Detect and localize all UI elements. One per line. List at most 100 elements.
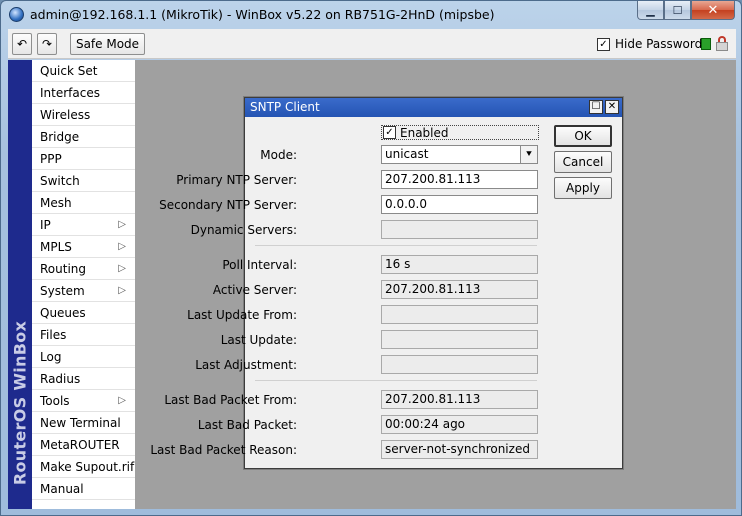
dynamic-servers-row: Dynamic Servers:	[191, 220, 545, 240]
hide-passwords-toggle[interactable]: ✓ Hide Passwords	[597, 37, 708, 51]
last-adjustment-value	[381, 355, 538, 374]
sidebar-item-label: Tools	[40, 394, 70, 408]
hide-passwords-checkbox[interactable]: ✓	[597, 37, 610, 51]
sidebar-item-routing[interactable]: Routing ▷	[32, 258, 135, 280]
sidebar-item-mesh[interactable]: Mesh	[32, 192, 135, 214]
sidebar-item-radius[interactable]: Radius	[32, 368, 135, 390]
status-led-icon	[701, 38, 711, 50]
apply-button[interactable]: Apply	[554, 177, 612, 199]
mode-select[interactable]: unicast ⯆	[381, 145, 538, 164]
last-update-from-label: Last Update From:	[187, 308, 297, 322]
cancel-button[interactable]: Cancel	[554, 151, 612, 173]
winbox-app-icon	[9, 7, 24, 22]
poll-interval-value: 16 s	[381, 255, 538, 274]
sidebar-item-label: MetaROUTER	[40, 438, 120, 452]
sidebar-item-ppp[interactable]: PPP	[32, 148, 135, 170]
redo-button[interactable]: ↷	[37, 33, 57, 55]
brand-text: RouterOS WinBox	[10, 320, 30, 486]
sidebar-item-label: Log	[40, 350, 62, 364]
active-server-value: 207.200.81.113	[381, 280, 538, 299]
dropdown-arrow-icon[interactable]: ⯆	[520, 146, 537, 163]
sidebar-item-switch[interactable]: Switch	[32, 170, 135, 192]
safe-mode-button[interactable]: Safe Mode	[70, 33, 145, 55]
sidebar-item-quick-set[interactable]: Quick Set	[32, 60, 135, 82]
sidebar-item-label: Radius	[40, 372, 81, 386]
primary-ntp-label: Primary NTP Server:	[176, 173, 297, 187]
last-bad-packet-label: Last Bad Packet:	[197, 418, 297, 432]
dialog-maximize-button[interactable]: ☐	[589, 100, 603, 114]
sidebar-item-system[interactable]: System ▷	[32, 280, 135, 302]
last-bad-packet-reason-row: Last Bad Packet Reason: server-not-synch…	[150, 440, 545, 460]
last-update-from-value	[381, 305, 538, 324]
maximize-button[interactable]: ☐	[664, 1, 691, 20]
dialog-title: SNTP Client	[250, 100, 320, 114]
last-bad-packet-reason-label: Last Bad Packet Reason:	[150, 443, 297, 457]
sidebar-item-label: PPP	[40, 152, 62, 166]
sidebar-item-label: Quick Set	[40, 64, 98, 78]
mode-row: Mode: unicast ⯆	[245, 145, 545, 165]
sidebar-item-label: IP	[40, 218, 51, 232]
sidebar-item-label: New Terminal	[40, 416, 121, 430]
enabled-label: Enabled	[400, 125, 449, 140]
dialog-close-button[interactable]: ✕	[605, 100, 619, 114]
window-title: admin@192.168.1.1 (MikroTik) - WinBox v5…	[30, 7, 495, 22]
caption-buttons: ▁ ☐ ✕	[637, 1, 735, 20]
sidebar-item-make-supout[interactable]: Make Supout.rif	[32, 456, 135, 478]
title-bar[interactable]: admin@192.168.1.1 (MikroTik) - WinBox v5…	[1, 1, 741, 28]
poll-interval-row: Poll Interval: 16 s	[222, 255, 545, 275]
sidebar-item-files[interactable]: Files	[32, 324, 135, 346]
dialog-title-bar[interactable]: SNTP Client ☐ ✕	[245, 98, 622, 117]
enabled-checkbox[interactable]: ✓	[383, 126, 396, 139]
hide-passwords-label: Hide Passwords	[615, 37, 709, 51]
sidebar-item-metarouter[interactable]: MetaROUTER	[32, 434, 135, 456]
submenu-arrow-icon: ▷	[118, 395, 126, 406]
last-update-from-row: Last Update From:	[187, 305, 545, 325]
sidebar-item-wireless[interactable]: Wireless	[32, 104, 135, 126]
submenu-arrow-icon: ▷	[118, 263, 126, 274]
sidebar-item-bridge[interactable]: Bridge	[32, 126, 135, 148]
last-update-value	[381, 330, 538, 349]
brand-bar: RouterOS WinBox	[8, 60, 32, 509]
last-update-label: Last Update:	[220, 333, 297, 347]
sidebar-item-label: Bridge	[40, 130, 80, 144]
primary-ntp-input[interactable]: 207.200.81.113	[381, 170, 538, 189]
last-bad-packet-from-row: Last Bad Packet From: 207.200.81.113	[164, 390, 545, 410]
sidebar-item-tools[interactable]: Tools ▷	[32, 390, 135, 412]
secondary-ntp-row: Secondary NTP Server: 0.0.0.0	[159, 195, 545, 215]
sidebar-item-label: Switch	[40, 174, 80, 188]
sidebar-item-interfaces[interactable]: Interfaces	[32, 82, 135, 104]
lock-icon	[716, 36, 728, 51]
sidebar-item-new-terminal[interactable]: New Terminal	[32, 412, 135, 434]
minimize-button[interactable]: ▁	[637, 1, 664, 20]
sidebar-item-queues[interactable]: Queues	[32, 302, 135, 324]
sidebar-item-manual[interactable]: Manual	[32, 478, 135, 500]
mode-label: Mode:	[260, 148, 297, 162]
primary-ntp-row: Primary NTP Server: 207.200.81.113	[176, 170, 545, 190]
last-bad-packet-row: Last Bad Packet: 00:00:24 ago	[198, 415, 545, 435]
enabled-checkbox-row[interactable]: ✓ Enabled	[381, 125, 539, 140]
mode-value: unicast	[385, 147, 429, 161]
undo-button[interactable]: ↶	[12, 33, 32, 55]
submenu-arrow-icon: ▷	[118, 285, 126, 296]
sidebar-item-label: Queues	[40, 306, 86, 320]
sidebar-item-label: Interfaces	[40, 86, 100, 100]
separator	[255, 380, 537, 381]
sidebar-item-label: Routing	[40, 262, 87, 276]
dynamic-servers-label: Dynamic Servers:	[190, 223, 297, 237]
sidebar-item-mpls[interactable]: MPLS ▷	[32, 236, 135, 258]
last-update-row: Last Update:	[221, 330, 545, 350]
last-adjustment-row: Last Adjustment:	[195, 355, 545, 375]
sidebar-item-label: MPLS	[40, 240, 72, 254]
dynamic-servers-value	[381, 220, 538, 239]
poll-interval-label: Poll Interval:	[222, 258, 297, 272]
sidebar-item-ip[interactable]: IP ▷	[32, 214, 135, 236]
sidebar-item-log[interactable]: Log	[32, 346, 135, 368]
last-bad-packet-from-value: 207.200.81.113	[381, 390, 538, 409]
close-button[interactable]: ✕	[691, 1, 735, 20]
active-server-row: Active Server: 207.200.81.113	[213, 280, 545, 300]
sidebar-item-label: Files	[40, 328, 67, 342]
ok-button[interactable]: OK	[554, 125, 612, 147]
sidebar-item-label: Manual	[40, 482, 84, 496]
secondary-ntp-input[interactable]: 0.0.0.0	[381, 195, 538, 214]
last-bad-packet-reason-value: server-not-synchronized	[381, 440, 538, 459]
